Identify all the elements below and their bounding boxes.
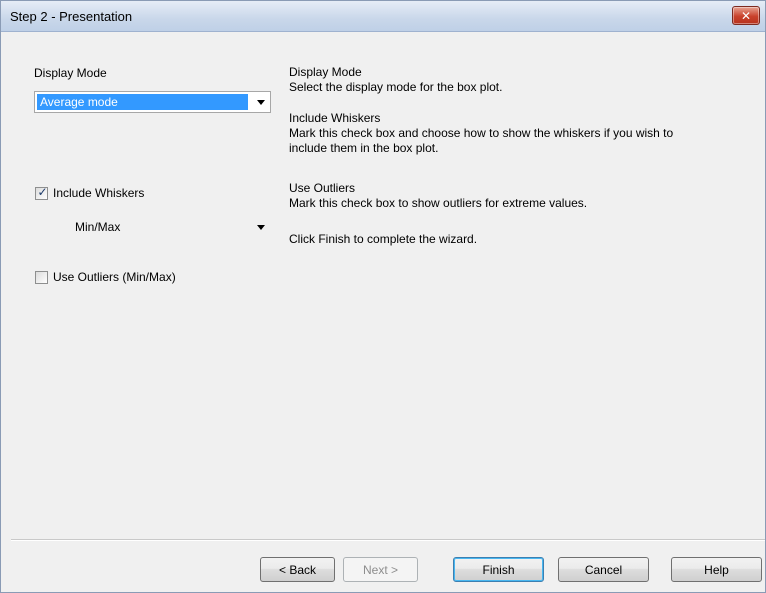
display-mode-value: Average mode bbox=[37, 94, 248, 110]
check-mark-icon: ✓ bbox=[37, 185, 48, 199]
chevron-down-icon bbox=[257, 225, 265, 230]
cancel-button[interactable]: Cancel bbox=[558, 557, 649, 582]
back-button[interactable]: < Back bbox=[260, 557, 335, 582]
button-separator bbox=[11, 539, 765, 541]
whiskers-value: Min/Max bbox=[75, 220, 121, 234]
use-outliers-label[interactable]: Use Outliers (Min/Max) bbox=[53, 270, 176, 284]
whiskers-dropdown[interactable]: Min/Max bbox=[69, 216, 271, 238]
help-button[interactable]: Help bbox=[671, 557, 762, 582]
help-use-outliers-text: Mark this check box to show outliers for… bbox=[289, 196, 588, 210]
help-finish-text: Click Finish to complete the wizard. bbox=[289, 232, 478, 246]
help-include-whiskers-text-2: include them in the box plot. bbox=[289, 141, 439, 155]
display-mode-label: Display Mode bbox=[34, 66, 107, 80]
next-button[interactable]: Next > bbox=[343, 557, 418, 582]
wizard-dialog: Step 2 - Presentation ✕ Display Mode Ave… bbox=[0, 0, 766, 593]
use-outliers-checkbox[interactable] bbox=[35, 271, 48, 284]
finish-button[interactable]: Finish bbox=[453, 557, 544, 582]
close-button[interactable]: ✕ bbox=[732, 6, 760, 25]
help-include-whiskers-title: Include Whiskers bbox=[289, 111, 381, 125]
window-title: Step 2 - Presentation bbox=[10, 9, 133, 24]
title-bar[interactable]: Step 2 - Presentation ✕ bbox=[1, 1, 765, 32]
help-display-mode-title: Display Mode bbox=[289, 65, 362, 79]
help-include-whiskers-text-1: Mark this check box and choose how to sh… bbox=[289, 126, 674, 140]
help-display-mode-text: Select the display mode for the box plot… bbox=[289, 80, 503, 94]
dialog-body: Display Mode Average mode ✓ Include Whis… bbox=[1, 32, 765, 592]
include-whiskers-checkbox[interactable]: ✓ bbox=[35, 185, 48, 200]
help-use-outliers-title: Use Outliers bbox=[289, 181, 356, 195]
display-mode-dropdown[interactable]: Average mode bbox=[34, 91, 271, 113]
include-whiskers-label[interactable]: Include Whiskers bbox=[53, 186, 144, 200]
chevron-down-icon bbox=[257, 100, 265, 105]
close-icon: ✕ bbox=[740, 8, 752, 23]
